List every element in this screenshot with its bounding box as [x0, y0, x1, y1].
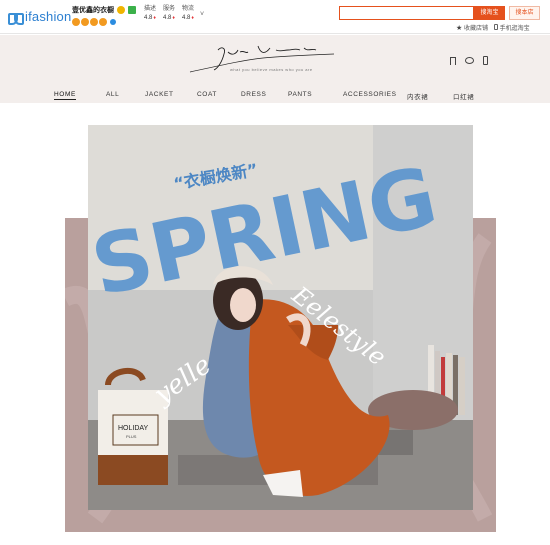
rating-description: 描述 4.8♦	[144, 6, 157, 21]
up-arrow-icon: ♦	[172, 15, 175, 21]
bookmark-icon[interactable]	[450, 56, 456, 65]
rating-service: 服务 4.8♦	[163, 6, 176, 21]
nav-home[interactable]: HOME	[54, 91, 76, 100]
search-taobao-button[interactable]: 搜淘宝	[474, 6, 505, 20]
up-arrow-icon: ♦	[153, 15, 156, 21]
tmall-badge-icon	[128, 6, 136, 14]
logo-text: ifashion	[25, 9, 72, 24]
nav-lipstick-dress[interactable]: 口红裙	[453, 91, 474, 101]
nav-underwear-dress[interactable]: 内衣裙	[407, 91, 428, 101]
rating-logistics: 物流 4.8♦	[182, 6, 195, 21]
hero-banner-image[interactable]: HOLIDAY PLUS SPRING “衣橱焕新” yelle Eelesty…	[88, 125, 473, 510]
shop-info-dropdown[interactable]: ˅	[200, 11, 204, 18]
weibo-icon[interactable]	[465, 57, 474, 64]
joyce-vendae-signature-logo[interactable]	[188, 42, 338, 78]
shop-tagline: what you believe makes who you are	[230, 67, 313, 72]
crown-icon	[81, 18, 89, 26]
search-input[interactable]	[339, 6, 474, 20]
header-icons	[450, 56, 488, 65]
mobile-link[interactable]: 手机逛淘宝	[493, 23, 530, 32]
nav-pants[interactable]: PANTS	[288, 91, 312, 98]
top-bar: ifashion 壹优鑫的衣橱 描述 4.8♦ 服务 4.8♦ 物流 4.8♦ …	[0, 0, 550, 34]
bag-label-holiday: HOLIDAY	[118, 425, 149, 432]
nav-jacket[interactable]: JACKET	[145, 91, 174, 98]
mobile-icon	[493, 24, 498, 30]
bag-label-plus: PLUS	[126, 434, 137, 439]
shop-name[interactable]: 壹优鑫的衣橱	[72, 5, 114, 15]
seller-level-icons	[72, 18, 136, 26]
shop-actions: ★ 收藏店铺 手机逛淘宝	[456, 23, 530, 32]
phone-icon[interactable]	[483, 56, 488, 65]
gold-badge-icon	[117, 6, 125, 14]
star-icon: ★	[456, 25, 463, 32]
shop-ratings: 描述 4.8♦ 服务 4.8♦ 物流 4.8♦	[144, 5, 194, 23]
ifashion-logo[interactable]: ifashion	[8, 9, 72, 25]
shop-info: 壹优鑫的衣橱	[72, 5, 136, 26]
crown-icon	[90, 18, 98, 26]
nav-all[interactable]: ALL	[106, 91, 119, 98]
crown-icon	[72, 18, 80, 26]
favorite-shop-link[interactable]: ★ 收藏店铺	[456, 23, 488, 32]
nav-dress[interactable]: DRESS	[241, 91, 266, 98]
search-shop-button[interactable]: 搜本店	[509, 6, 540, 20]
crown-icon	[99, 18, 107, 26]
ifashion-logo-icon	[8, 11, 24, 25]
nav-accessories[interactable]: ACCESSORIES	[343, 91, 397, 98]
up-arrow-icon: ♦	[191, 15, 194, 21]
consumer-protection-icon	[110, 19, 116, 25]
nav-coat[interactable]: COAT	[197, 91, 217, 98]
hero-scene: HOLIDAY PLUS SPRING “衣橱焕新” yelle Eelesty…	[88, 125, 473, 510]
